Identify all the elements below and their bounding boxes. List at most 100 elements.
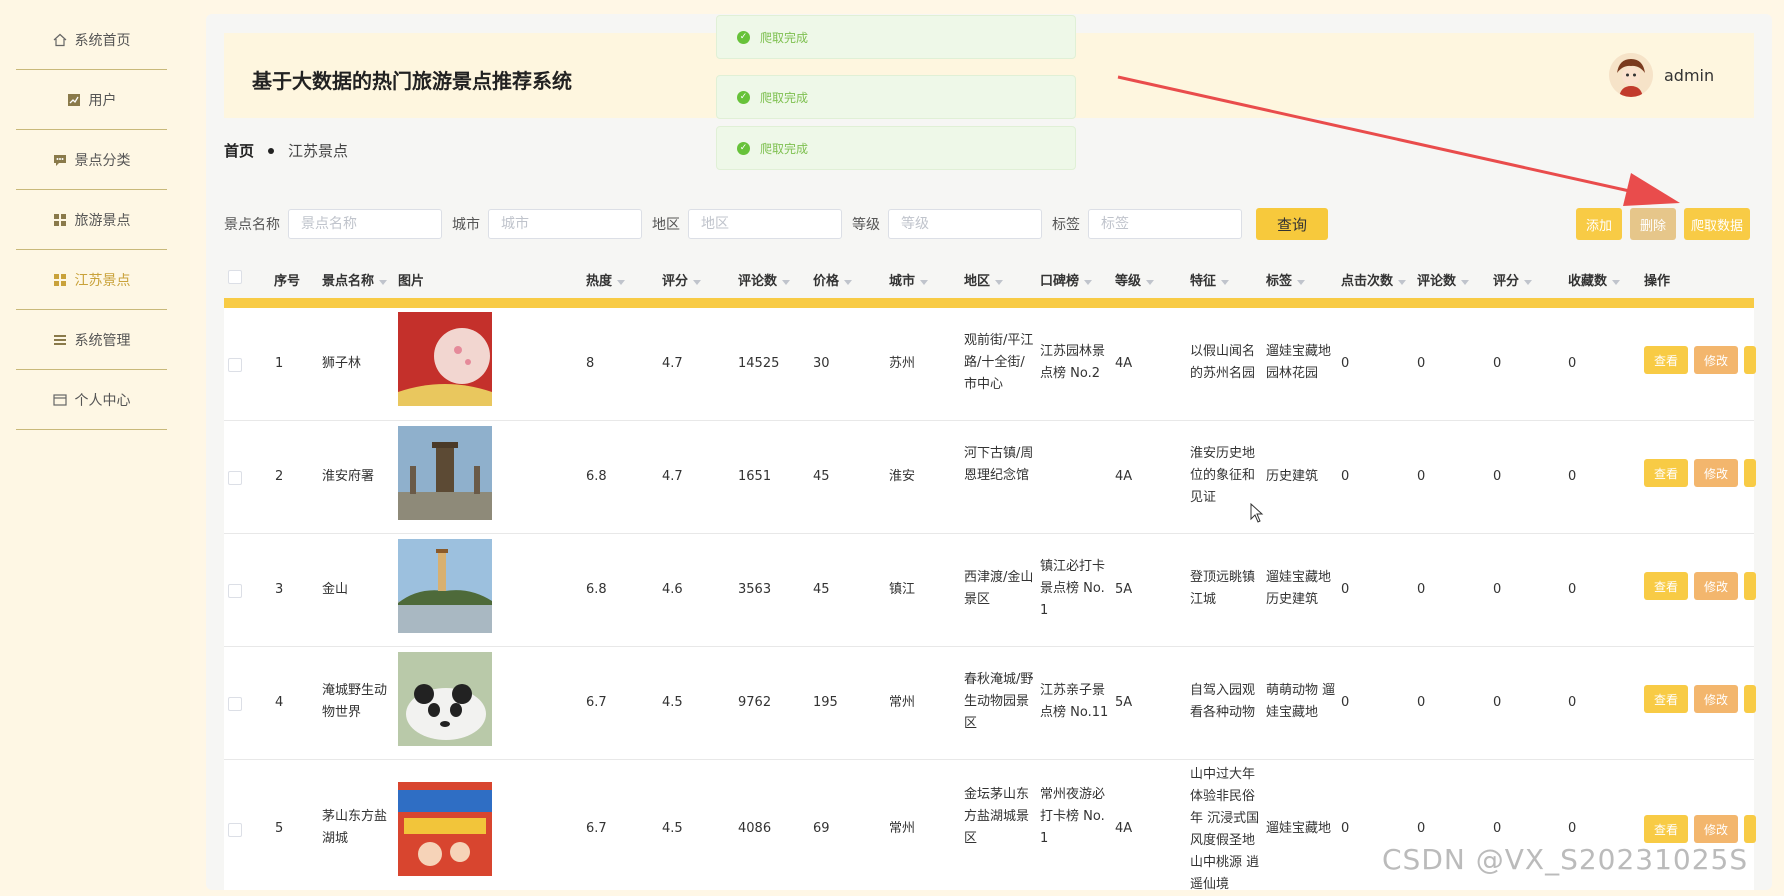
delete-button[interactable]: 删除 [1630, 208, 1676, 240]
tags: 遛娃宝藏地 历史建筑 [1266, 570, 1332, 607]
col-header[interactable]: 评论数 [738, 270, 791, 289]
level: 4A [1115, 469, 1133, 484]
sidebar-item-jiangsu[interactable]: 江苏景点 [16, 250, 167, 310]
col-header[interactable]: 收藏数 [1568, 270, 1621, 289]
sidebar-item-profile[interactable]: 个人中心 [16, 370, 167, 430]
sort-icon [1146, 280, 1155, 285]
col-header[interactable]: 评分 [1493, 270, 1533, 289]
query-button[interactable]: 查询 [1256, 208, 1328, 240]
crawl-data-button[interactable]: 爬取数据 [1684, 208, 1750, 240]
comments: 14525 [738, 356, 780, 371]
comments: 4086 [738, 821, 772, 836]
delete-row-button[interactable] [1744, 815, 1756, 843]
score: 4.6 [662, 582, 683, 597]
col-header[interactable]: 地区 [964, 270, 1004, 289]
sort-icon [1524, 280, 1533, 285]
tags: 遛娃宝藏地 [1266, 821, 1332, 836]
select-all-checkbox[interactable] [228, 270, 242, 284]
feature: 山中过大年 体验非民俗年 沉浸式国风度假圣地 山中桃源 逍遥仙境 [1190, 767, 1260, 892]
view-button[interactable]: 查看 [1644, 346, 1688, 374]
table-row[interactable]: 4 淹城野生动物世界 6.7 4.5 9762 195 常州 春秋淹城/野生动物… [224, 647, 1756, 760]
sidebar-item-system[interactable]: 系统管理 [16, 310, 167, 370]
level-input[interactable] [888, 209, 1042, 239]
row-checkbox[interactable] [228, 358, 242, 372]
breadcrumb-separator [268, 148, 275, 154]
col-header[interactable]: 评论数 [1417, 270, 1470, 289]
feature: 登顶远眺镇江城 [1190, 570, 1256, 607]
table-row[interactable]: 1 狮子林 8 4.7 14525 30 苏州 观前街/平江路/十全街/市中心 … [224, 308, 1756, 421]
sort-icon [782, 280, 791, 285]
area: 西津渡/金山景区 [964, 570, 1034, 607]
edit-button[interactable]: 修改 [1694, 685, 1738, 713]
sort-icon [844, 280, 853, 285]
col-header[interactable]: 热度 [586, 270, 626, 289]
check-icon: ✓ [737, 141, 750, 155]
sidebar-item-users[interactable]: 用户 [16, 70, 167, 130]
sort-icon [1612, 280, 1621, 285]
edit-button[interactable]: 修改 [1694, 815, 1738, 843]
level: 5A [1115, 582, 1133, 597]
spot-image[interactable] [398, 312, 492, 406]
city: 苏州 [889, 356, 916, 371]
tags-input[interactable] [1088, 209, 1242, 239]
view-button[interactable]: 查看 [1644, 815, 1688, 843]
add-button[interactable]: 添加 [1576, 208, 1622, 240]
view-button[interactable]: 查看 [1644, 685, 1688, 713]
city-input[interactable] [488, 209, 642, 239]
delete-row-button[interactable] [1744, 346, 1756, 374]
edit-button[interactable]: 修改 [1694, 459, 1738, 487]
col-header[interactable]: 城市 [889, 270, 929, 289]
spot-image[interactable] [398, 782, 492, 876]
check-icon: ✓ [737, 90, 750, 104]
spot-image[interactable] [398, 652, 492, 746]
favorites: 0 [1568, 695, 1577, 710]
rank: 江苏亲子景点榜 No.11 [1040, 683, 1109, 720]
col-header: 图片 [398, 274, 425, 289]
col-header[interactable]: 标签 [1266, 270, 1306, 289]
col-header[interactable]: 景点名称 [322, 270, 388, 289]
col-header[interactable]: 口碑榜 [1040, 270, 1093, 289]
area: 观前街/平江路/十全街/市中心 [964, 333, 1034, 392]
heat: 6.7 [586, 821, 607, 836]
edit-button[interactable]: 修改 [1694, 572, 1738, 600]
row-no: 5 [275, 821, 284, 836]
row-checkbox[interactable] [228, 471, 242, 485]
sidebar-item-home[interactable]: 系统首页 [16, 10, 167, 70]
comment-count: 0 [1417, 469, 1426, 484]
delete-row-button[interactable] [1744, 459, 1756, 487]
name-input[interactable] [288, 209, 442, 239]
col-header[interactable]: 特征 [1190, 270, 1230, 289]
comments: 1651 [738, 469, 772, 484]
tags: 萌萌动物 遛娃宝藏地 [1266, 683, 1336, 720]
level: 5A [1115, 695, 1133, 710]
area-input[interactable] [688, 209, 842, 239]
view-button[interactable]: 查看 [1644, 572, 1688, 600]
breadcrumb-home[interactable]: 首页 [224, 142, 254, 160]
table-row[interactable]: 3 金山 6.8 4.6 3563 45 镇江 西津渡/金山景区 镇江必打卡景点… [224, 534, 1756, 647]
row-checkbox[interactable] [228, 697, 242, 711]
clicks: 0 [1341, 695, 1350, 710]
col-header[interactable]: 价格 [813, 270, 853, 289]
sidebar-item-spots[interactable]: 旅游景点 [16, 190, 167, 250]
col-header[interactable]: 点击次数 [1341, 270, 1407, 289]
table-row[interactable]: 2 淮安府署 6.8 4.7 1651 45 淮安 河下古镇/周恩理纪念馆 4A… [224, 421, 1756, 534]
row-checkbox[interactable] [228, 584, 242, 598]
clicks: 0 [1341, 821, 1350, 836]
spot-image[interactable] [398, 539, 492, 633]
price: 69 [813, 821, 830, 836]
edit-button[interactable]: 修改 [1694, 346, 1738, 374]
level: 4A [1115, 356, 1133, 371]
delete-row-button[interactable] [1744, 572, 1756, 600]
delete-row-button[interactable] [1744, 685, 1756, 713]
toast-message: ✓ 爬取完成 [716, 15, 1076, 59]
table-header-bar [224, 298, 1754, 308]
price: 45 [813, 469, 830, 484]
view-button[interactable]: 查看 [1644, 459, 1688, 487]
col-header[interactable]: 等级 [1115, 270, 1155, 289]
row-no: 3 [275, 582, 284, 597]
row-checkbox[interactable] [228, 823, 242, 837]
spot-image[interactable] [398, 426, 492, 520]
sidebar-item-category[interactable]: 景点分类 [16, 130, 167, 190]
sidebar-item-label: 江苏景点 [74, 272, 131, 289]
col-header[interactable]: 评分 [662, 270, 702, 289]
